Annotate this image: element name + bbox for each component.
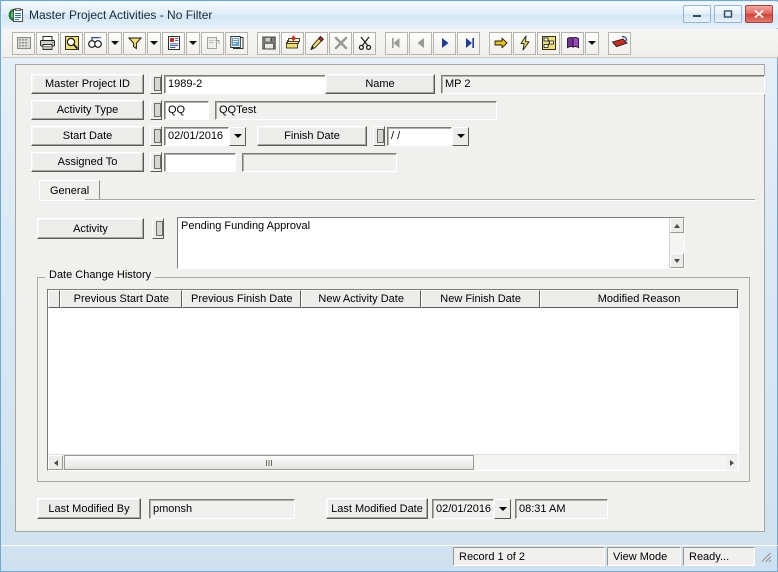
window-title: Master Project Activities - No Filter xyxy=(29,8,213,22)
last-modified-by-value: pmonsh xyxy=(149,498,295,519)
properties-icon[interactable] xyxy=(201,31,224,55)
status-mode: View Mode xyxy=(607,547,681,566)
copy-record-icon[interactable] xyxy=(225,31,248,55)
main-toolbar xyxy=(2,29,778,58)
activity-scroll-down-button[interactable] xyxy=(670,253,684,268)
goto-icon[interactable] xyxy=(489,31,512,55)
activity-scroll-up-button[interactable] xyxy=(670,218,684,233)
grid-header-previous-finish-date[interactable]: Previous Finish Date xyxy=(182,290,302,308)
activity-type-description: QQTest xyxy=(215,100,497,120)
tab-strip: General xyxy=(25,180,755,202)
grid-scroll-thumb[interactable] xyxy=(64,455,474,470)
form-client-area: Master Project ID 1989-2 Name MP 2 Activ… xyxy=(15,64,765,532)
start-date-lookup-grip[interactable] xyxy=(150,126,162,146)
minimize-button[interactable] xyxy=(683,5,711,23)
quick-action-icon[interactable] xyxy=(513,31,536,55)
help-icon[interactable] xyxy=(561,31,584,55)
activity-memo[interactable]: Pending Funding Approval xyxy=(177,217,685,269)
last-record-icon[interactable] xyxy=(457,31,480,55)
tab-underline xyxy=(39,200,755,201)
last-modified-time-value: 08:31 AM xyxy=(515,498,608,519)
edit-icon[interactable] xyxy=(305,31,328,55)
clipboard-icon xyxy=(8,7,24,23)
activity-label-button[interactable]: Activity xyxy=(37,218,144,239)
activity-memo-scrollbar[interactable] xyxy=(669,218,684,268)
cut-icon[interactable] xyxy=(353,31,376,55)
assigned-to-description xyxy=(242,152,397,172)
resize-grip[interactable] xyxy=(758,549,774,565)
grid-header-new-activity-date[interactable]: New Activity Date xyxy=(301,290,422,308)
master-project-id-label-button[interactable]: Master Project ID xyxy=(31,74,144,94)
save-icon[interactable] xyxy=(257,31,280,55)
close-button[interactable] xyxy=(745,5,773,23)
name-label-button[interactable]: Name xyxy=(325,74,435,94)
master-project-id-lookup-grip[interactable] xyxy=(150,74,162,94)
tab-divider xyxy=(85,199,755,200)
activity-type-lookup-grip[interactable] xyxy=(150,100,162,120)
grid-scroll-track[interactable] xyxy=(474,455,726,470)
title-bar[interactable]: Master Project Activities - No Filter xyxy=(2,2,778,28)
report-icon[interactable] xyxy=(162,31,185,55)
form-panel: Master Project ID 1989-2 Name MP 2 Activ… xyxy=(17,66,765,530)
finish-date-lookup-grip[interactable] xyxy=(373,126,385,146)
last-modified-date-value: 02/01/2016 xyxy=(432,498,494,519)
last-modified-date-dropdown-arrow[interactable] xyxy=(494,498,511,519)
grid-horizontal-scrollbar[interactable] xyxy=(48,454,738,470)
last-modified-date-label-button[interactable]: Last Modified Date xyxy=(326,498,428,519)
application-window: Master Project Activities - No Filter Ma… xyxy=(0,0,778,572)
assigned-to-label-button[interactable]: Assigned To xyxy=(31,152,144,172)
status-record-counter: Record 1 of 2 xyxy=(453,547,605,566)
exit-icon[interactable] xyxy=(608,31,631,55)
date-change-history-grid[interactable]: Previous Start Date Previous Finish Date… xyxy=(47,289,739,471)
grid-scroll-left-button[interactable] xyxy=(48,455,63,470)
print-preview-icon[interactable] xyxy=(60,31,83,55)
name-input[interactable]: MP 2 xyxy=(441,74,765,94)
master-project-id-input[interactable]: 1989-2 xyxy=(164,74,331,94)
first-record-icon[interactable] xyxy=(385,31,408,55)
activity-type-code-input[interactable]: QQ xyxy=(164,100,209,120)
grid-scroll-right-button[interactable] xyxy=(726,459,738,466)
grid-view-icon[interactable] xyxy=(12,31,35,55)
filter-dropdown-arrow[interactable] xyxy=(147,31,161,55)
previous-record-icon[interactable] xyxy=(409,31,432,55)
status-bar: Record 1 of 2 View Mode Ready... xyxy=(2,546,778,567)
grid-header-modified-reason[interactable]: Modified Reason xyxy=(540,290,738,308)
next-record-icon[interactable] xyxy=(433,31,456,55)
new-record-icon[interactable] xyxy=(281,31,304,55)
workflow-icon[interactable] xyxy=(537,31,560,55)
status-state: Ready... xyxy=(683,547,755,566)
delete-icon[interactable] xyxy=(329,31,352,55)
find-dropdown-arrow[interactable] xyxy=(108,31,122,55)
start-date-input[interactable]: 02/01/2016 xyxy=(164,126,229,146)
date-change-history-legend: Date Change History xyxy=(45,269,156,281)
finish-date-input[interactable]: / / xyxy=(387,126,452,146)
start-date-dropdown-arrow[interactable] xyxy=(229,126,246,146)
activity-lookup-grip[interactable] xyxy=(152,218,164,239)
find-icon[interactable] xyxy=(84,31,107,55)
tab-general-label: General xyxy=(50,184,90,197)
filter-icon[interactable] xyxy=(123,31,146,55)
grid-header-row: Previous Start Date Previous Finish Date… xyxy=(48,290,738,308)
grid-header-new-finish-date[interactable]: New Finish Date xyxy=(421,290,541,308)
print-icon[interactable] xyxy=(36,31,59,55)
tab-general[interactable]: General xyxy=(39,180,101,200)
grid-header-rowselector[interactable] xyxy=(48,290,61,308)
finish-date-dropdown-arrow[interactable] xyxy=(452,126,469,146)
finish-date-label-button[interactable]: Finish Date xyxy=(257,126,367,146)
grid-header-previous-start-date[interactable]: Previous Start Date xyxy=(60,290,183,308)
assigned-to-lookup-grip[interactable] xyxy=(150,152,162,172)
start-date-label-button[interactable]: Start Date xyxy=(31,126,144,146)
maximize-button[interactable] xyxy=(714,5,742,23)
grid-body[interactable] xyxy=(48,308,738,454)
last-modified-by-label-button[interactable]: Last Modified By xyxy=(37,498,141,519)
help-dropdown-arrow[interactable] xyxy=(585,31,599,55)
activity-memo-text: Pending Funding Approval xyxy=(181,220,311,232)
window-controls xyxy=(683,5,773,23)
assigned-to-input[interactable] xyxy=(164,152,236,172)
report-dropdown-arrow[interactable] xyxy=(186,31,200,55)
activity-type-label-button[interactable]: Activity Type xyxy=(31,100,144,120)
